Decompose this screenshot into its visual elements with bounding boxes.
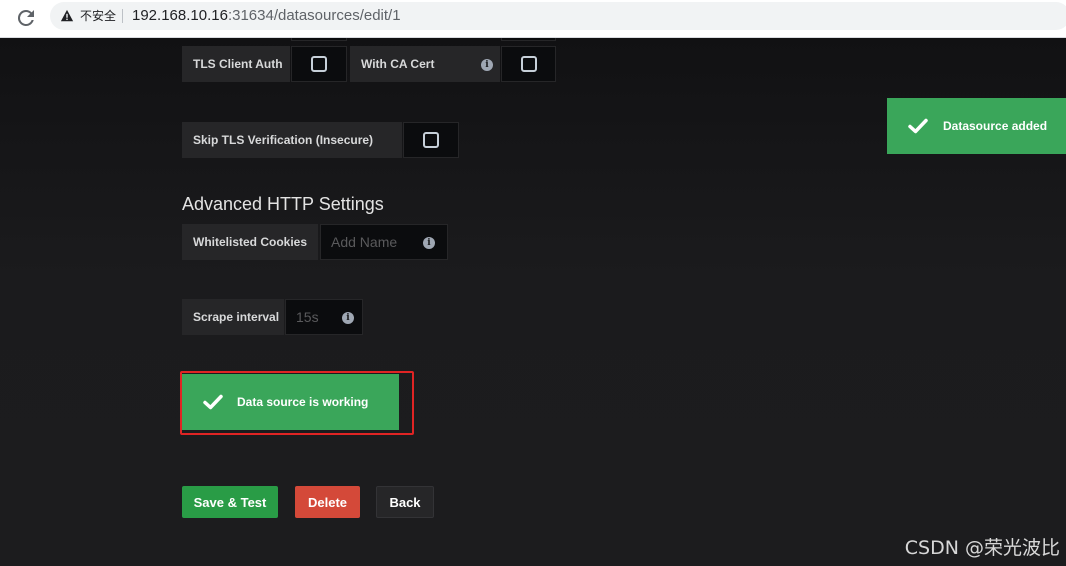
info-icon[interactable]: i	[423, 237, 435, 249]
divider	[122, 9, 123, 23]
warning-icon[interactable]	[60, 9, 74, 23]
with-ca-cert-toggle[interactable]	[501, 46, 556, 82]
section-title: Advanced HTTP Settings	[182, 194, 384, 214]
with-ca-cert-checkbox[interactable]	[520, 56, 537, 72]
security-status[interactable]: 不安全	[80, 9, 116, 23]
info-icon[interactable]: i	[342, 312, 354, 324]
toast-text: Datasource added	[943, 119, 1048, 133]
url-host: 192.168.10.16	[132, 7, 228, 24]
browser-toolbar: 不安全 192.168.10.16:31634/datasources/edit…	[0, 0, 1066, 38]
address-bar[interactable]: 不安全 192.168.10.16:31634/datasources/edit…	[50, 2, 1066, 30]
tls-client-auth-label: TLS Client Auth	[182, 46, 290, 82]
tls-client-auth-checkbox[interactable]	[311, 56, 327, 72]
back-button[interactable]: Back	[376, 486, 434, 518]
url-text[interactable]: 192.168.10.16:31634/datasources/edit/1	[132, 7, 401, 25]
scrape-interval-label: Scrape interval	[182, 299, 284, 335]
url-path: :31634/datasources/edit/1	[227, 7, 401, 24]
highlight-box	[180, 371, 414, 435]
save-test-button[interactable]: Save & Test	[182, 486, 278, 518]
skip-tls-toggle[interactable]	[403, 122, 459, 158]
toast-notification[interactable]: Datasource added	[887, 98, 1066, 154]
datasource-edit-page: TLS Client Auth With CA Cert i Skip TLS …	[0, 38, 1066, 566]
check-icon	[908, 118, 928, 134]
info-icon[interactable]: i	[481, 59, 493, 71]
watermark: CSDN @荣光波比	[904, 537, 1060, 559]
tls-client-auth-toggle[interactable]	[291, 46, 347, 82]
with-ca-cert-label: With CA Cert	[350, 46, 500, 82]
whitelisted-cookies-label: Whitelisted Cookies	[182, 224, 318, 260]
skip-tls-checkbox[interactable]	[423, 132, 439, 148]
skip-tls-label: Skip TLS Verification (Insecure)	[182, 122, 402, 158]
reload-icon[interactable]	[14, 6, 38, 30]
partial-checkbox-left	[291, 38, 347, 41]
delete-button[interactable]: Delete	[295, 486, 360, 518]
partial-checkbox-right	[501, 38, 556, 41]
